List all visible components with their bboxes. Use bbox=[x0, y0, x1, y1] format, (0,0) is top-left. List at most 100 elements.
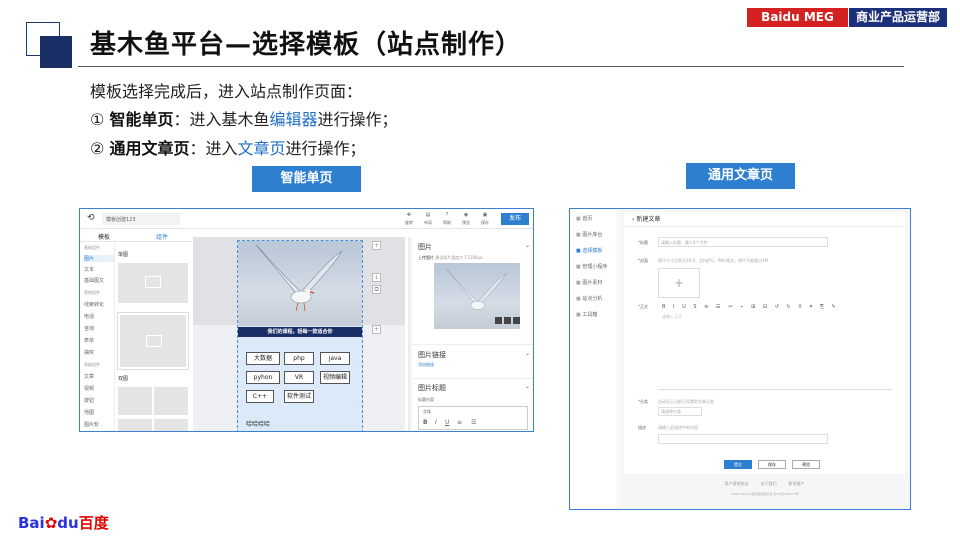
comp-phone[interactable]: 电话 bbox=[84, 313, 94, 320]
layout-icon[interactable]: ▤ bbox=[419, 212, 437, 218]
smart-page-button[interactable]: 智能单页 bbox=[252, 166, 361, 192]
comp-carousel[interactable]: 图片轮 bbox=[84, 421, 99, 428]
back-arrow-icon[interactable]: ⟲ bbox=[87, 213, 95, 223]
course-tag[interactable]: 大数据 bbox=[246, 352, 280, 365]
toolbox-icon: ■ bbox=[576, 312, 581, 318]
publish-button[interactable]: 发布 bbox=[501, 213, 529, 225]
toolbar-label-3: 预览 bbox=[462, 220, 470, 225]
comp-button[interactable]: 按钮 bbox=[84, 397, 94, 404]
upload-text[interactable]: 上传图片 bbox=[418, 255, 434, 260]
sidebar-label: 站点分析 bbox=[582, 296, 603, 302]
sidebar-item-analytics[interactable]: ■ 站点分析 bbox=[576, 295, 602, 302]
sidebar-item-miniprogram[interactable]: ■ 管理小程序 bbox=[576, 263, 607, 270]
chevron-down-icon[interactable]: ⌄ bbox=[525, 242, 530, 249]
comp-consult[interactable]: 咨询 bbox=[84, 325, 94, 332]
course-tag[interactable]: pyhon bbox=[246, 371, 280, 384]
sidebar-item-images[interactable]: ■ 图片素材 bbox=[576, 279, 602, 286]
thumb-double-1b[interactable] bbox=[154, 387, 188, 415]
font-select[interactable]: 字体 bbox=[423, 409, 431, 415]
title-input[interactable]: 请输入标题，最少4个字符 bbox=[658, 237, 828, 247]
panel-image-title: 图片 bbox=[418, 243, 432, 251]
submit-button[interactable]: 提交 bbox=[724, 460, 752, 469]
move-down-icon[interactable]: ↓ bbox=[372, 273, 381, 282]
save-icon[interactable]: ▣ bbox=[476, 212, 494, 218]
body-editor[interactable]: B I U S ≡ ☰ ≔ ⌁ ⊞ ⊟ ↺ ↻ ⚲ ⌗ ⎘ ✎ 请输入正文 bbox=[658, 302, 892, 390]
thumb-single-2[interactable] bbox=[117, 312, 189, 370]
copy-icon[interactable]: ⧉ bbox=[372, 285, 381, 294]
desc-input[interactable] bbox=[658, 434, 828, 444]
sidebar-item-templates[interactable]: ■ 选择模板 bbox=[576, 247, 602, 254]
comp-image[interactable]: 图片 bbox=[84, 255, 114, 262]
article-link[interactable]: 文章页 bbox=[237, 139, 285, 158]
panel-scrollbar[interactable] bbox=[409, 237, 412, 431]
thumb-single-1[interactable] bbox=[118, 263, 188, 303]
bird-image[interactable] bbox=[238, 241, 362, 326]
canvas-area: 我们的课程，轻每一款适合你 大数据 php java pyhon VR 视频编辑… bbox=[193, 237, 405, 431]
tab-templates[interactable]: 模板 bbox=[98, 232, 110, 241]
comp-article[interactable]: 文章 bbox=[84, 373, 94, 380]
thumb-double-2a[interactable] bbox=[118, 419, 152, 431]
thumb-double-1a[interactable] bbox=[118, 387, 152, 415]
replace-icon[interactable] bbox=[504, 317, 511, 324]
cover-hint: 图片尺寸比例为16:9，支持JPG、PNG格式，图片不能超过4M bbox=[658, 258, 769, 263]
save-button[interactable]: 保存 bbox=[758, 460, 786, 469]
caption-rich-editor[interactable]: 字体 B I U ≡ ☰ bbox=[418, 406, 528, 430]
thumbnail-panel: 单图 双图 bbox=[116, 243, 192, 431]
preview-icon[interactable]: ◉ bbox=[457, 212, 475, 218]
article-page-button[interactable]: 通用文章页 bbox=[686, 163, 795, 189]
comp-text[interactable]: 文本 bbox=[84, 266, 94, 273]
phone-canvas[interactable]: 我们的课程，轻每一款适合你 大数据 php java pyhon VR 视频编辑… bbox=[237, 240, 363, 431]
italic-icon[interactable]: I bbox=[435, 419, 437, 426]
rotate-icon[interactable]: ✥ bbox=[400, 212, 418, 218]
thumb-double-2b[interactable] bbox=[154, 419, 188, 431]
logo-bai: Bai bbox=[18, 514, 45, 532]
sidebar-item-home[interactable]: ■ 首页 bbox=[576, 215, 592, 222]
preview-button[interactable]: 预览 bbox=[792, 460, 820, 469]
miniprogram-icon: ■ bbox=[576, 264, 581, 270]
course-tag[interactable]: 软件测试 bbox=[284, 390, 314, 403]
course-tag[interactable]: C++ bbox=[246, 390, 274, 403]
align-icon[interactable]: ≡ bbox=[457, 419, 462, 426]
underline-icon[interactable]: U bbox=[445, 419, 449, 426]
add-section-icon[interactable]: + bbox=[372, 241, 381, 250]
course-tag[interactable]: php bbox=[284, 352, 314, 365]
category-select[interactable]: 请选择分类 bbox=[658, 407, 702, 416]
help-icon[interactable]: ? bbox=[438, 212, 456, 218]
add-section-icon[interactable]: + bbox=[372, 325, 381, 334]
comp-form[interactable]: 表单 bbox=[84, 337, 94, 344]
sidebar-item-gallery[interactable]: ■ 图片库台 bbox=[576, 231, 602, 238]
chevron-down-icon[interactable]: ⌄ bbox=[525, 383, 530, 390]
sidebar-item-tools[interactable]: ■ 工具箱 bbox=[576, 311, 597, 318]
tab-components[interactable]: 组件 bbox=[156, 232, 168, 241]
desc-placeholder: 请输入此描述中的内容 bbox=[658, 425, 698, 430]
doc-title-field[interactable]: 模板创建123 bbox=[102, 213, 180, 225]
course-tag[interactable]: VR bbox=[284, 371, 314, 384]
list-icon[interactable]: ☰ bbox=[471, 419, 476, 426]
panel-image-preview[interactable] bbox=[434, 263, 520, 329]
back-chevron-icon[interactable]: ‹ bbox=[632, 216, 634, 223]
chevron-down-icon[interactable]: ⌄ bbox=[525, 350, 530, 357]
cover-upload-box[interactable]: + bbox=[658, 268, 700, 298]
category-label: *分类 bbox=[638, 399, 648, 404]
course-tag[interactable]: 视频编辑 bbox=[320, 371, 350, 384]
crop-icon[interactable] bbox=[495, 317, 502, 324]
category-hint: 自动显示当前已设置的文章分类 bbox=[658, 399, 714, 404]
comp-lead[interactable]: 线索转化 bbox=[84, 301, 104, 308]
canvas-footer-text: 哈哈哈哈 bbox=[246, 421, 271, 428]
comp-lottery[interactable]: 抽奖 bbox=[84, 349, 94, 356]
editor-link[interactable]: 编辑器 bbox=[269, 110, 317, 129]
page-title: 基木鱼平台—选择模板（站点制作） bbox=[90, 30, 523, 60]
comp-video[interactable]: 视频 bbox=[84, 385, 94, 392]
item2-bold: 通用文章页 bbox=[109, 139, 190, 158]
bold-icon[interactable]: B bbox=[423, 419, 428, 426]
comp-basic-imagetext[interactable]: 基础图文 bbox=[84, 277, 104, 284]
item2-post: 进行操作； bbox=[285, 139, 366, 158]
footer-links[interactable]: 用户营销协议 关于我们 联系客户 bbox=[619, 481, 910, 487]
toolbar-label-4: 保存 bbox=[481, 220, 489, 225]
item2-num: ② bbox=[90, 139, 105, 158]
rich-text-toolbar[interactable]: B I U S ≡ ☰ ≔ ⌁ ⊞ ⊟ ↺ ↻ ⚲ ⌗ ⎘ ✎ bbox=[662, 304, 839, 310]
comp-map[interactable]: 地图 bbox=[84, 409, 94, 416]
add-link-button[interactable]: 添加链接 bbox=[418, 362, 434, 368]
course-tag[interactable]: java bbox=[320, 352, 350, 365]
delete-icon[interactable] bbox=[513, 317, 520, 324]
